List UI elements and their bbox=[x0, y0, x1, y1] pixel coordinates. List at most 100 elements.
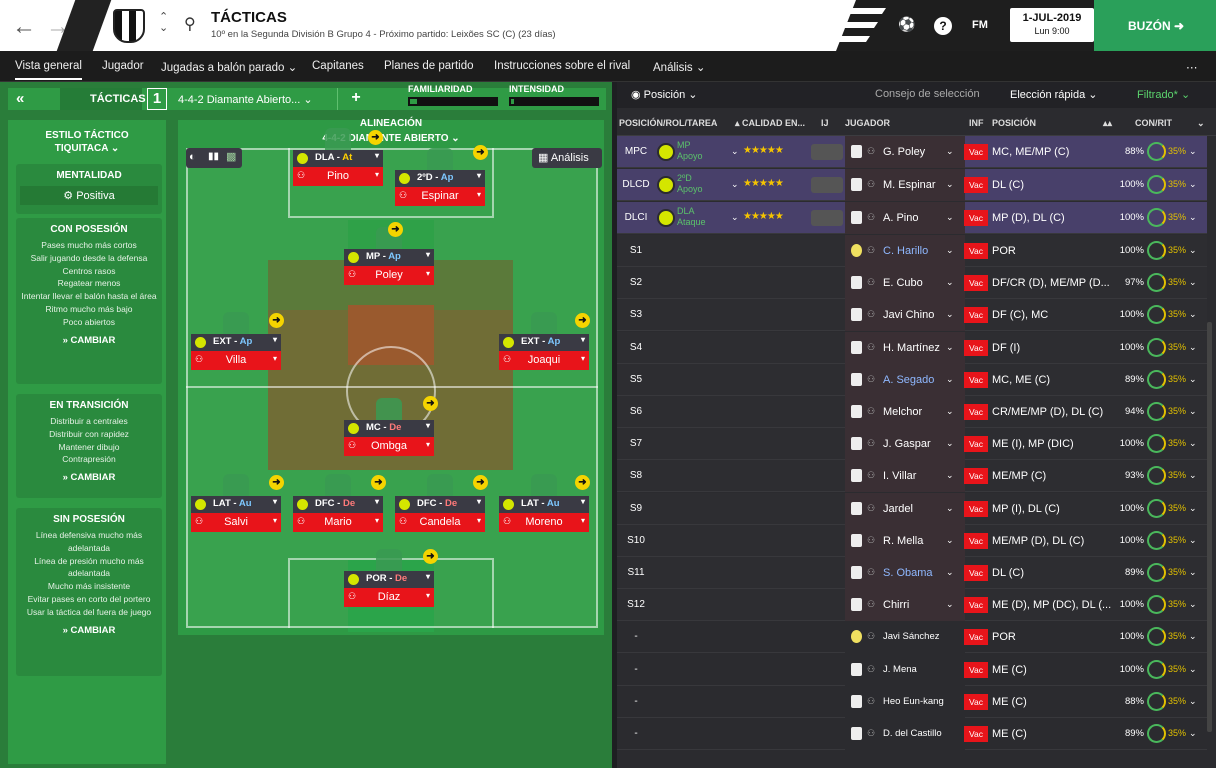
table-row[interactable]: S5 ⚇ A. Segado ⌄ Vac MC, ME (C) 89% 35% ⌄ bbox=[617, 363, 1207, 396]
chevron-down-icon[interactable]: ⌄ bbox=[1189, 696, 1197, 707]
instruction-arrow-icon[interactable]: ➜ bbox=[371, 475, 386, 490]
add-tactic-button[interactable]: + bbox=[344, 88, 368, 110]
player-card[interactable]: EXT - Ap ▾ ⚇ Joaqui ▾ bbox=[499, 334, 589, 370]
header-calidad[interactable]: ▴ CALIDAD EN... bbox=[735, 118, 805, 129]
player-name[interactable]: ⚇ Salvi ▾ bbox=[191, 513, 281, 532]
player-role[interactable]: DLA - At ▾ bbox=[293, 150, 383, 167]
chevron-down-icon[interactable]: ⌄ bbox=[1189, 599, 1197, 610]
player-cell[interactable]: ⚇ R. Mella ⌄ bbox=[845, 524, 965, 557]
chevron-down-icon[interactable]: ⌄ bbox=[1189, 179, 1197, 190]
header-sort[interactable]: ▴▴ bbox=[1103, 118, 1112, 129]
warning-icon[interactable]: ▩ bbox=[226, 150, 236, 163]
vac-badge[interactable]: Vac bbox=[964, 500, 988, 517]
player-cell[interactable]: ⚇ Melchor ⌄ bbox=[845, 396, 965, 428]
header-posicion-rol[interactable]: POSICIÓN/ROL/TAREA bbox=[619, 118, 717, 128]
player-role[interactable]: LAT - Au ▾ bbox=[191, 496, 281, 513]
estilo-select[interactable]: TIQUITACA ⌄ bbox=[8, 143, 166, 154]
cambiar-transicion[interactable]: » CAMBIAR bbox=[16, 472, 162, 483]
vac-badge[interactable]: Vac bbox=[964, 404, 988, 420]
formation-dropdown[interactable]: 4-4-2 DIAMANTE ABIERTO ⌄ bbox=[178, 133, 604, 144]
player-cell[interactable]: ⚇ H. Martínez ⌄ bbox=[845, 331, 965, 364]
chevron-down-icon[interactable]: ⌄ bbox=[1189, 406, 1197, 417]
player-card[interactable]: MC - De ▾ ⚇ Ombga ▾ bbox=[344, 420, 434, 456]
player-role[interactable]: 2ºD - Ap ▾ bbox=[395, 170, 485, 187]
player-name[interactable]: H. Martínez bbox=[883, 342, 940, 354]
header-con-rit[interactable]: CON/RIT bbox=[1135, 118, 1172, 128]
player-card[interactable]: DLA - At ▾ ⚇ Pino ▾ bbox=[293, 150, 383, 186]
posicion-dropdown[interactable]: ◉ Posición ⌄ bbox=[631, 88, 698, 101]
menu-jugador[interactable]: Jugador bbox=[102, 60, 144, 72]
filtrado-dropdown[interactable]: Filtrado* ⌄ bbox=[1137, 88, 1190, 101]
help-icon[interactable]: ? bbox=[934, 17, 952, 35]
header-ij[interactable]: IJ bbox=[821, 118, 829, 128]
player-name[interactable]: ⚇ Moreno ▾ bbox=[499, 513, 589, 532]
chevron-down-icon[interactable]: ⌄ bbox=[1189, 277, 1197, 288]
player-name[interactable]: ⚇ Joaqui ▾ bbox=[499, 351, 589, 370]
table-row[interactable]: S7 ⚇ J. Gaspar ⌄ Vac ME (I), MP (DIC) 100% 35% ⌄ bbox=[617, 428, 1207, 461]
player-role[interactable]: EXT - Ap ▾ bbox=[191, 334, 281, 351]
vac-badge[interactable]: Vac bbox=[964, 210, 988, 226]
ij-toggle-icon[interactable] bbox=[811, 210, 843, 226]
role-cell[interactable]: 2ºD Apoyo ⌄ ★★★★★ bbox=[655, 169, 843, 201]
player-role[interactable]: EXT - Ap ▾ bbox=[499, 334, 589, 351]
menu-instrucciones-rival[interactable]: Instrucciones sobre el rival bbox=[494, 60, 630, 72]
table-row[interactable]: DLCD 2ºD Apoyo ⌄ ★★★★★ ⚇ M. Espinar ⌄ Vac DL (C) 1… bbox=[617, 169, 1207, 201]
player-name[interactable]: C. Harillo bbox=[883, 245, 928, 257]
collapse-button[interactable]: « bbox=[16, 90, 24, 107]
contrast-icon[interactable]: ◐ bbox=[189, 151, 196, 163]
vac-badge[interactable]: Vac bbox=[964, 275, 988, 292]
fm-logo[interactable]: FM bbox=[972, 19, 988, 31]
chevron-down-icon[interactable]: ⌄ bbox=[1189, 212, 1197, 223]
player-card[interactable]: LAT - Au ▾ ⚇ Moreno ▾ bbox=[499, 496, 589, 532]
vac-badge[interactable]: Vac bbox=[964, 629, 988, 646]
player-name[interactable]: R. Mella bbox=[883, 535, 923, 547]
player-name[interactable]: J. Mena bbox=[883, 664, 917, 675]
player-role[interactable]: MP - Ap ▾ bbox=[344, 249, 434, 266]
player-name[interactable]: ⚇ Ombga ▾ bbox=[344, 437, 434, 456]
instruction-arrow-icon[interactable]: ➜ bbox=[423, 549, 438, 564]
player-name[interactable]: ⚇ Candela ▾ bbox=[395, 513, 485, 532]
analisis-button[interactable]: ▦ Análisis bbox=[532, 148, 602, 168]
player-card[interactable]: 2ºD - Ap ▾ ⚇ Espinar ▾ bbox=[395, 170, 485, 206]
menu-balon-parado[interactable]: Jugadas a balón parado ⌄ bbox=[161, 60, 297, 74]
vac-badge[interactable]: Vac bbox=[964, 565, 988, 581]
date-box[interactable]: 1-JUL-2019 Lun 9:00 bbox=[1010, 8, 1094, 42]
more-options-icon[interactable]: ⋯ bbox=[1186, 60, 1198, 74]
chevron-down-icon[interactable]: ⌄ bbox=[1189, 503, 1197, 514]
bar-chart-icon[interactable]: ▮▮ bbox=[208, 151, 219, 162]
club-crest[interactable] bbox=[113, 9, 145, 43]
player-name[interactable]: Heo Eun-kang bbox=[883, 696, 944, 707]
player-name[interactable]: ⚇ Pino ▾ bbox=[293, 167, 383, 186]
player-cell[interactable]: ⚇ D. del Castillo bbox=[845, 718, 965, 750]
player-name[interactable]: ⚇ Mario ▾ bbox=[293, 513, 383, 532]
player-cell[interactable]: ⚇ C. Harillo ⌄ bbox=[845, 235, 965, 267]
player-cell[interactable]: ⚇ Heo Eun-kang bbox=[845, 685, 965, 718]
player-name[interactable]: I. Villar bbox=[883, 470, 916, 482]
player-name[interactable]: E. Cubo bbox=[883, 277, 923, 289]
player-role[interactable]: DFC - De ▾ bbox=[293, 496, 383, 513]
vac-badge[interactable]: Vac bbox=[964, 371, 988, 388]
instruction-arrow-icon[interactable]: ➜ bbox=[575, 313, 590, 328]
instruction-arrow-icon[interactable]: ➜ bbox=[269, 475, 284, 490]
table-row[interactable]: S6 ⚇ Melchor ⌄ Vac CR/ME/MP (D), DL (C) 94% 35%… bbox=[617, 396, 1207, 428]
player-name[interactable]: A. Segado bbox=[883, 374, 934, 386]
vac-badge[interactable]: Vac bbox=[964, 177, 988, 193]
player-role[interactable]: MC - De ▾ bbox=[344, 420, 434, 437]
player-cell[interactable]: ⚇ G. Poley ⌄ bbox=[845, 136, 965, 168]
vac-badge[interactable]: Vac bbox=[964, 307, 988, 324]
player-role[interactable]: DFC - De ▾ bbox=[395, 496, 485, 513]
player-card[interactable]: POR - De ▾ ⚇ Díaz ▾ bbox=[344, 571, 434, 607]
table-row[interactable]: MPC MP Apoyo ⌄ ★★★★★ ⚇ G. Poley ⌄ Vac MC, ME/MP (… bbox=[617, 136, 1207, 168]
player-name[interactable]: Melchor bbox=[883, 406, 922, 418]
player-name[interactable]: D. del Castillo bbox=[883, 728, 942, 739]
table-row[interactable]: - ⚇ D. del Castillo Vac ME (C) 89% 35% ⌄ bbox=[617, 718, 1207, 750]
chevron-down-icon[interactable]: ⌄ bbox=[1189, 245, 1197, 256]
ij-toggle-icon[interactable] bbox=[811, 144, 843, 160]
player-cell[interactable]: ⚇ M. Espinar ⌄ bbox=[845, 169, 965, 201]
menu-planes[interactable]: Planes de partido bbox=[384, 60, 474, 72]
table-row[interactable]: - ⚇ Javi Sánchez Vac POR 100% 35% ⌄ bbox=[617, 621, 1207, 654]
player-name[interactable]: A. Pino bbox=[883, 212, 918, 224]
vac-badge[interactable]: Vac bbox=[964, 661, 988, 678]
back-arrow-icon[interactable]: ← bbox=[12, 13, 36, 41]
mentalidad-select[interactable]: ⚙ Positiva bbox=[20, 186, 158, 205]
